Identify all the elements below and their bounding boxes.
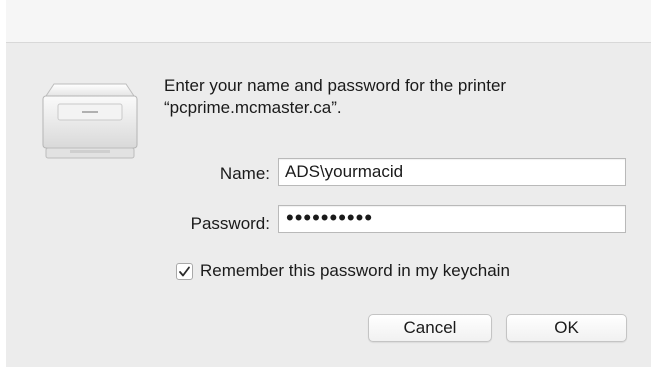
remember-password-checkbox[interactable] <box>176 262 193 280</box>
checkmark-icon <box>179 266 190 276</box>
remember-password-label: Remember this password in my keychain <box>200 261 510 280</box>
password-label: Password: <box>190 214 270 233</box>
password-field[interactable] <box>278 205 626 233</box>
name-field[interactable] <box>278 158 626 186</box>
remember-password-row[interactable]: Remember this password in my keychain <box>176 260 510 282</box>
name-label: Name: <box>219 164 270 183</box>
prompt-line-2: “pcprime.mcmaster.ca”. <box>164 98 342 117</box>
ok-button[interactable]: OK <box>506 314 627 342</box>
prompt-line-1: Enter your name and password for the pri… <box>164 76 507 95</box>
cancel-button[interactable]: Cancel <box>368 314 492 342</box>
title-bar <box>6 0 651 43</box>
prompt-text: Enter your name and password for the pri… <box>164 75 634 119</box>
printer-icon <box>42 83 138 159</box>
